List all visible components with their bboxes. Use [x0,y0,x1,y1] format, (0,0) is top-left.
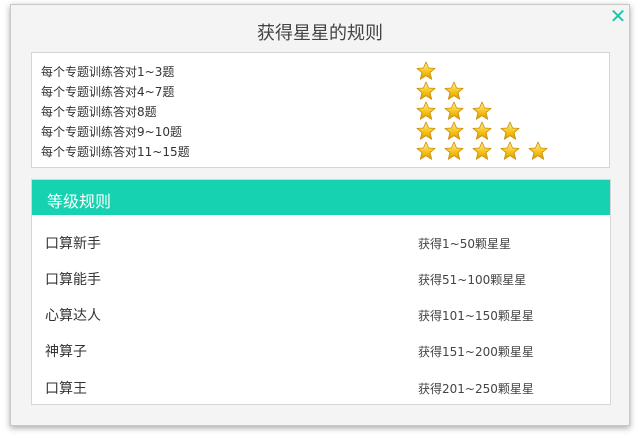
level-name: 神算子 [45,344,87,360]
level-name: 口算王 [45,381,87,397]
star-icon [500,141,520,161]
level-row: 口算新手 获得1~50颗星星 [32,223,610,259]
level-row: 口算王 获得201~250颗星星 [32,368,610,404]
star-icon [444,121,464,141]
level-star-range: 获得151~200颗星星 [418,345,534,359]
level-name: 口算新手 [45,236,101,252]
star-rule-row: 每个专题训练答对1~3题 [32,61,609,81]
star-rule-label: 每个专题训练答对9~10题 [41,125,182,139]
dialog-title: 获得星星的规则 [257,23,383,44]
level-name: 口算能手 [45,272,101,288]
level-name: 心算达人 [45,308,101,324]
star-icon [500,121,520,141]
star-icon [472,121,492,141]
star-icon [416,141,436,161]
star-rules-panel: 每个专题训练答对1~3题 每个专题训练答对4~7题 每个专题训练答对8题每个专题训练… [31,52,610,168]
star-icon [416,101,436,121]
star-rule-label: 每个专题训练答对1~3题 [41,65,175,79]
star-icon [416,81,436,101]
star-icon [444,81,464,101]
star-rule-label: 每个专题训练答对4~7题 [41,85,175,99]
star-icon [416,121,436,141]
level-rules-header: 等级规则 [32,180,610,215]
star-rule-row: 每个专题训练答对8题 [32,101,609,121]
level-rules-title: 等级规则 [47,192,112,211]
star-icon [472,141,492,161]
level-row: 神算子 获得151~200颗星星 [32,331,610,367]
star-rule-row: 每个专题训练答对11~15题 [32,141,609,161]
level-row: 口算能手 获得51~100颗星星 [32,259,610,295]
star-icon [416,61,436,81]
level-star-range: 获得1~50颗星星 [418,237,511,251]
star-rule-row: 每个专题训练答对9~10题 [32,121,609,141]
star-icon [528,141,548,161]
level-star-range: 获得201~250颗星星 [418,382,534,396]
star-rule-label: 每个专题训练答对11~15题 [41,145,190,159]
star-rule-row: 每个专题训练答对4~7题 [32,81,609,101]
star-icon [444,141,464,161]
star-icon [472,101,492,121]
level-star-range: 获得51~100颗星星 [418,273,527,287]
star-rule-label: 每个专题训练答对8题 [41,105,157,119]
star-rules-dialog: ✕ 获得星星的规则 每个专题训练答对1~3题 每个专题训练答对4~7题 每个专题训练… [10,4,630,426]
level-star-range: 获得101~150颗星星 [418,309,534,323]
level-rules-panel: 等级规则 口算新手 获得1~50颗星星 口算能手 获得51~100颗星星 心算达人 获得1… [31,179,611,405]
level-row: 心算达人 获得101~150颗星星 [32,295,610,331]
star-icon [444,101,464,121]
